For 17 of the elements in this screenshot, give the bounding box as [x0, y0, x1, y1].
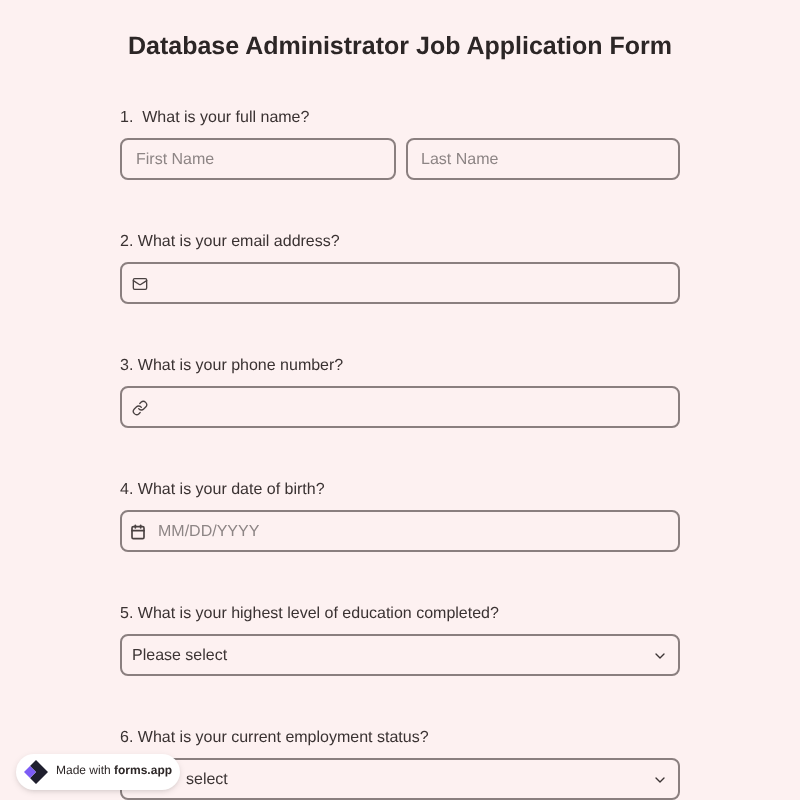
question-label: 2. What is your email address? — [120, 230, 342, 254]
question-label: 1. What is your full name? — [120, 106, 312, 130]
date-field[interactable]: MM/DD/YYYY — [120, 510, 680, 552]
form-title: Database Administrator Job Application Form — [125, 30, 675, 64]
text-field[interactable] — [120, 386, 680, 428]
question-label: 4. What is your date of birth? — [120, 478, 327, 502]
text-field[interactable]: Last Name — [405, 138, 680, 180]
question-label: 3. What is your phone number? — [120, 354, 346, 378]
dropdown[interactable]: Please select — [120, 634, 680, 676]
logo-icon — [24, 760, 48, 784]
calendar-icon — [130, 523, 146, 539]
text-field[interactable] — [120, 262, 680, 304]
text-field[interactable]: First Name — [120, 138, 395, 180]
mail-icon — [132, 275, 148, 291]
link-icon — [132, 399, 148, 415]
question-label: 6. What is your current employment status? — [120, 726, 431, 750]
question-label: 5. What is your highest level of education completed? — [120, 602, 501, 626]
